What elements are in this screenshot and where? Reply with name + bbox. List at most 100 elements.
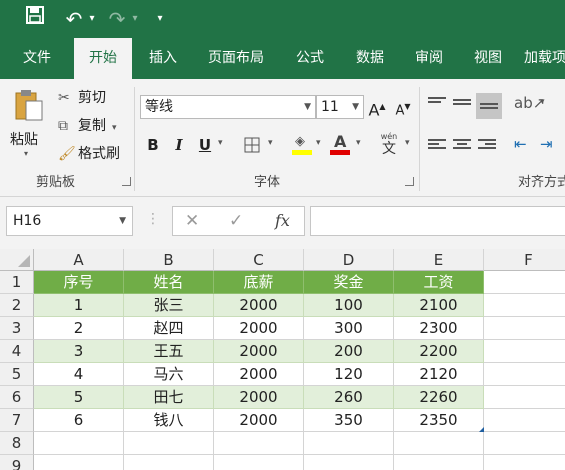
empty-cell[interactable] (214, 432, 304, 455)
align-top-icon[interactable] (428, 97, 446, 113)
table-cell[interactable]: 5 (34, 386, 124, 409)
table-cell[interactable]: 2200 (394, 340, 484, 363)
row-header[interactable]: 4 (0, 340, 34, 363)
format-painter-button[interactable]: 🖌 格式刷 (58, 143, 120, 165)
paste-dropdown-icon[interactable]: ▾ (24, 149, 28, 158)
empty-cell[interactable] (484, 386, 565, 409)
tab-home[interactable]: 开始 (74, 38, 132, 79)
empty-cell[interactable] (484, 363, 565, 386)
chevron-down-icon[interactable]: ▼ (119, 207, 126, 235)
empty-cell[interactable] (214, 455, 304, 470)
insert-function-icon[interactable]: fx (275, 211, 290, 230)
underline-button[interactable]: U (196, 134, 214, 156)
empty-cell[interactable] (484, 432, 565, 455)
column-header[interactable]: C (214, 249, 304, 271)
worksheet-grid[interactable]: ABCDEF 123456789 序号 姓名 底薪 奖金 工资 1 张三 2000 100 210… (0, 249, 565, 470)
empty-cell[interactable] (34, 455, 124, 470)
empty-cell[interactable] (484, 455, 565, 470)
enter-icon[interactable]: ✓ (229, 211, 243, 231)
clipboard-launcher-icon[interactable] (122, 177, 131, 186)
table-header-cell[interactable]: 序号 (34, 271, 124, 294)
align-center-icon[interactable] (453, 139, 471, 155)
align-middle-icon[interactable] (453, 99, 471, 115)
table-cell[interactable]: 100 (304, 294, 394, 317)
table-cell[interactable]: 300 (304, 317, 394, 340)
phonetic-button[interactable]: wén 文 (378, 132, 400, 158)
row-header[interactable]: 1 (0, 271, 34, 294)
tab-formulas[interactable]: 公式 (286, 38, 334, 79)
undo-dropdown-icon[interactable]: ▾ (86, 6, 98, 32)
tab-insert[interactable]: 插入 (138, 38, 188, 79)
empty-cell[interactable] (304, 455, 394, 470)
table-cell[interactable]: 2260 (394, 386, 484, 409)
formula-input[interactable] (310, 206, 565, 236)
empty-cell[interactable] (304, 432, 394, 455)
table-cell[interactable]: 2000 (214, 317, 304, 340)
table-header-cell[interactable]: 工资 (394, 271, 484, 294)
table-cell[interactable]: 4 (34, 363, 124, 386)
table-resize-handle-icon[interactable] (479, 427, 484, 432)
undo-icon[interactable]: ↶ (62, 6, 86, 32)
table-cell[interactable]: 2000 (214, 294, 304, 317)
customize-toolbar-icon[interactable]: ▾ (152, 6, 168, 32)
column-header[interactable]: B (124, 249, 214, 271)
table-cell[interactable]: 2120 (394, 363, 484, 386)
table-cell[interactable]: 3 (34, 340, 124, 363)
row-header[interactable]: 6 (0, 386, 34, 409)
font-name-select[interactable]: 等线 ▼ (140, 95, 316, 119)
borders-icon[interactable] (244, 137, 260, 153)
column-header[interactable]: E (394, 249, 484, 271)
tab-data[interactable]: 数据 (346, 38, 394, 79)
column-header[interactable]: F (484, 249, 565, 271)
empty-cell[interactable] (394, 432, 484, 455)
column-header[interactable]: A (34, 249, 124, 271)
empty-cell[interactable] (484, 340, 565, 363)
grow-font-button[interactable]: A▲ (368, 96, 386, 119)
table-header-cell[interactable]: 姓名 (124, 271, 214, 294)
underline-dropdown-icon[interactable]: ▾ (218, 138, 223, 148)
table-cell[interactable]: 马六 (124, 363, 214, 386)
table-cell[interactable]: 2 (34, 317, 124, 340)
table-header-cell[interactable]: 奖金 (304, 271, 394, 294)
table-cell[interactable]: 王五 (124, 340, 214, 363)
table-cell[interactable]: 6 (34, 409, 124, 432)
row-header[interactable]: 3 (0, 317, 34, 340)
tab-addins[interactable]: 加载项 (524, 38, 565, 79)
tab-file[interactable]: 文件 (8, 38, 66, 79)
copy-button[interactable]: ⧉ 复制 ▾ (58, 115, 117, 137)
empty-cell[interactable] (394, 455, 484, 470)
shrink-font-button[interactable]: A▼ (394, 96, 412, 118)
increase-indent-icon[interactable]: ⇥ (540, 135, 553, 153)
redo-dropdown-icon[interactable]: ▾ (129, 6, 141, 32)
table-cell[interactable]: 钱八 (124, 409, 214, 432)
column-header[interactable]: D (304, 249, 394, 271)
table-cell[interactable]: 2100 (394, 294, 484, 317)
bold-button[interactable]: B (144, 134, 162, 156)
font-color-button[interactable]: A (330, 132, 352, 158)
table-cell[interactable]: 赵四 (124, 317, 214, 340)
table-cell[interactable]: 张三 (124, 294, 214, 317)
font-color-dropdown-icon[interactable]: ▾ (356, 138, 361, 148)
table-cell[interactable]: 2000 (214, 386, 304, 409)
font-launcher-icon[interactable] (405, 177, 414, 186)
fill-color-dropdown-icon[interactable]: ▾ (316, 138, 321, 148)
borders-dropdown-icon[interactable]: ▾ (268, 138, 273, 148)
row-header[interactable]: 5 (0, 363, 34, 386)
save-icon[interactable] (22, 6, 48, 32)
name-box[interactable]: H16 ▼ (6, 206, 133, 236)
empty-cell[interactable] (124, 455, 214, 470)
empty-cell[interactable] (34, 432, 124, 455)
tab-review[interactable]: 审阅 (405, 38, 453, 79)
tab-view[interactable]: 视图 (464, 38, 512, 79)
copy-dropdown-icon[interactable]: ▾ (112, 123, 117, 133)
cut-button[interactable]: ✂ 剪切 (58, 87, 106, 109)
phonetic-dropdown-icon[interactable]: ▾ (405, 138, 410, 148)
italic-button[interactable]: I (170, 134, 188, 156)
empty-cell[interactable] (124, 432, 214, 455)
row-header[interactable]: 8 (0, 432, 34, 455)
orientation-dropdown-icon[interactable]: ▾ (540, 97, 545, 107)
redo-icon[interactable]: ↷ (105, 6, 129, 32)
table-cell[interactable]: 2000 (214, 340, 304, 363)
table-cell[interactable]: 2300 (394, 317, 484, 340)
table-header-cell[interactable]: 底薪 (214, 271, 304, 294)
